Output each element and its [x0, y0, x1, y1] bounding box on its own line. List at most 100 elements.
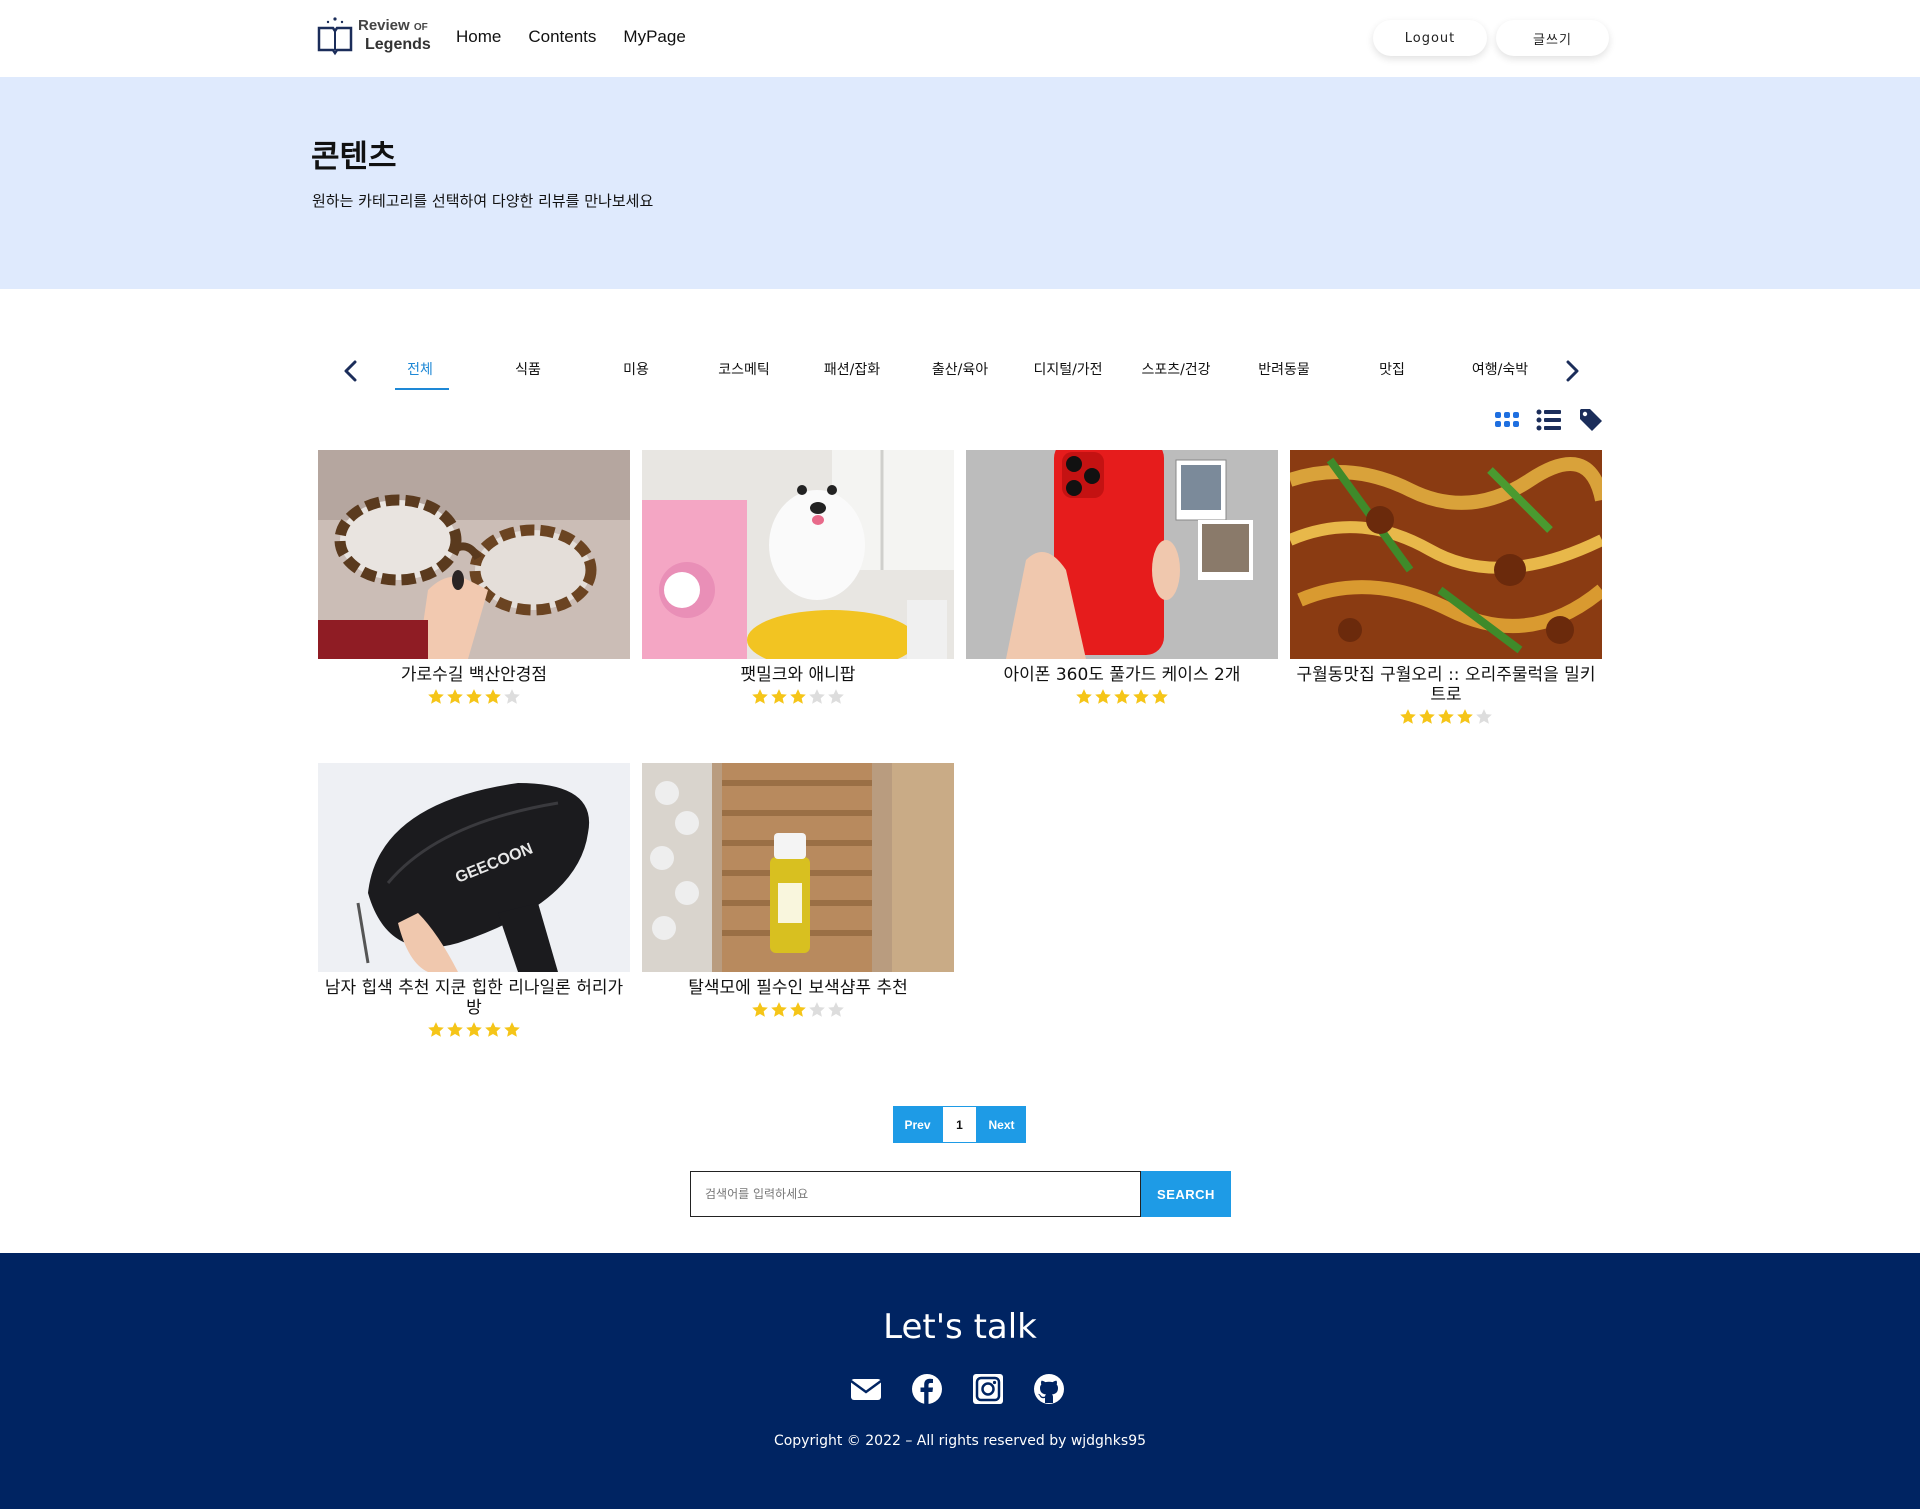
star-filled-icon — [789, 1001, 807, 1023]
grid-icon[interactable] — [1493, 406, 1521, 434]
star-filled-icon — [1418, 708, 1436, 730]
page-title: 콘텐츠 — [311, 139, 397, 175]
review-thumbnail[interactable] — [642, 450, 954, 659]
logout-button[interactable]: Logout — [1373, 20, 1487, 56]
star-filled-icon — [770, 688, 788, 710]
star-filled-icon — [1075, 688, 1093, 710]
star-filled-icon — [1094, 688, 1112, 710]
star-empty-icon — [808, 1001, 826, 1023]
view-mode-toggle — [1493, 406, 1605, 434]
search-button[interactable]: SEARCH — [1141, 1171, 1231, 1217]
star-empty-icon — [808, 688, 826, 710]
star-rating — [642, 1001, 954, 1023]
review-title[interactable]: 구월동맛집 구월오리 :: 오리주물럭을 밀키트로 — [1290, 665, 1602, 705]
star-filled-icon — [1151, 688, 1169, 710]
star-rating — [642, 688, 954, 710]
review-thumbnail[interactable] — [318, 450, 630, 659]
site-logo[interactable]: Review OF Legends — [316, 14, 431, 56]
star-filled-icon — [503, 1021, 521, 1043]
hero-banner: 콘텐츠 원하는 카테고리를 선택하여 다양한 리뷰를 만나보세요 — [0, 77, 1920, 289]
main-nav: Home Contents MyPage — [456, 27, 686, 47]
social-links — [850, 1373, 1065, 1405]
star-filled-icon — [427, 688, 445, 710]
star-filled-icon — [1399, 708, 1417, 730]
star-filled-icon — [446, 1021, 464, 1043]
tab-category[interactable]: 전체 — [366, 350, 474, 390]
list-icon[interactable] — [1535, 406, 1563, 434]
github-icon[interactable] — [1033, 1373, 1065, 1405]
logo-word-of: OF — [413, 22, 428, 33]
tab-category[interactable]: 여행/숙박 — [1446, 350, 1554, 390]
review-title[interactable]: 남자 힙색 추천 지쿤 힙한 리나일론 허리가방 — [318, 978, 630, 1018]
tab-category[interactable]: 식품 — [474, 350, 582, 390]
category-tabs: 전체 식품 미용 코스메틱 패션/잡화 출산/육아 디지털/가전 스포츠/건강 반려동물 맛집 여행… — [337, 350, 1579, 392]
nav-contents[interactable]: Contents — [528, 27, 596, 47]
star-filled-icon — [751, 688, 769, 710]
prev-page-button[interactable]: Prev — [893, 1106, 942, 1143]
star-rating — [318, 1021, 630, 1043]
star-rating — [318, 688, 630, 710]
logo-word-review: Review — [358, 17, 410, 34]
footer-title: Let's talk — [883, 1307, 1037, 1347]
review-card[interactable]: GEECOON 남자 힙색 추천 지쿤 힙한 리나일론 허리가방 — [318, 763, 630, 1043]
star-empty-icon — [827, 1001, 845, 1023]
star-filled-icon — [789, 688, 807, 710]
header: Review OF Legends Home Contents MyPage L… — [0, 0, 1920, 77]
tab-category[interactable]: 출산/육아 — [906, 350, 1014, 390]
book-logo-icon — [317, 17, 353, 56]
star-empty-icon — [827, 688, 845, 710]
tag-icon[interactable] — [1577, 406, 1605, 434]
search-bar: SEARCH — [690, 1171, 1231, 1217]
copyright-text: Copyright © 2022 – All rights reserved b… — [773, 1433, 1147, 1449]
nav-mypage[interactable]: MyPage — [623, 27, 685, 47]
review-thumbnail[interactable] — [1290, 450, 1602, 659]
review-card[interactable]: 아이폰 360도 풀가드 케이스 2개 — [966, 450, 1278, 710]
review-card[interactable]: 가로수길 백산안경점 — [318, 450, 630, 710]
star-filled-icon — [1113, 688, 1131, 710]
tab-category[interactable]: 디지털/가전 — [1014, 350, 1122, 390]
tab-category[interactable]: 반려동물 — [1230, 350, 1338, 390]
star-rating — [966, 688, 1278, 710]
review-card[interactable]: 구월동맛집 구월오리 :: 오리주물럭을 밀키트로 — [1290, 450, 1602, 730]
mail-icon[interactable] — [850, 1373, 882, 1405]
star-filled-icon — [465, 688, 483, 710]
write-post-button[interactable]: 글쓰기 — [1496, 20, 1609, 56]
star-filled-icon — [465, 1021, 483, 1043]
page-subtitle: 원하는 카테고리를 선택하여 다양한 리뷰를 만나보세요 — [312, 192, 654, 210]
star-filled-icon — [427, 1021, 445, 1043]
review-title[interactable]: 아이폰 360도 풀가드 케이스 2개 — [966, 665, 1278, 685]
star-filled-icon — [484, 688, 502, 710]
instagram-icon[interactable] — [972, 1373, 1004, 1405]
review-thumbnail[interactable] — [642, 763, 954, 972]
star-filled-icon — [1456, 708, 1474, 730]
star-filled-icon — [446, 688, 464, 710]
review-card[interactable]: 탈색모에 필수인 보색샴푸 추천 — [642, 763, 954, 1023]
logo-word-legends: Legends — [365, 36, 431, 53]
pagination: Prev 1 Next — [893, 1106, 1026, 1143]
tab-category[interactable]: 스포츠/건강 — [1122, 350, 1230, 390]
star-filled-icon — [484, 1021, 502, 1043]
next-page-button[interactable]: Next — [977, 1106, 1026, 1143]
footer: Let's talk Copyright © 2022 – All rights… — [0, 1253, 1920, 1509]
tab-category[interactable]: 코스메틱 — [690, 350, 798, 390]
review-card[interactable]: 팻밀크와 애니팝 — [642, 450, 954, 710]
facebook-icon[interactable] — [911, 1373, 943, 1405]
star-filled-icon — [1132, 688, 1150, 710]
review-title[interactable]: 팻밀크와 애니팝 — [642, 665, 954, 685]
chevron-right-icon[interactable] — [1557, 356, 1587, 386]
star-rating — [1290, 708, 1602, 730]
page-number-button[interactable]: 1 — [942, 1106, 977, 1143]
review-title[interactable]: 탈색모에 필수인 보색샴푸 추천 — [642, 978, 954, 998]
star-filled-icon — [1437, 708, 1455, 730]
star-empty-icon — [503, 688, 521, 710]
tab-category[interactable]: 맛집 — [1338, 350, 1446, 390]
search-input[interactable] — [690, 1171, 1141, 1217]
tab-category[interactable]: 패션/잡화 — [798, 350, 906, 390]
tab-category[interactable]: 미용 — [582, 350, 690, 390]
chevron-left-icon[interactable] — [337, 356, 367, 386]
review-thumbnail[interactable] — [966, 450, 1278, 659]
star-filled-icon — [751, 1001, 769, 1023]
review-title[interactable]: 가로수길 백산안경점 — [318, 665, 630, 685]
review-thumbnail[interactable]: GEECOON — [318, 763, 630, 972]
nav-home[interactable]: Home — [456, 27, 501, 47]
